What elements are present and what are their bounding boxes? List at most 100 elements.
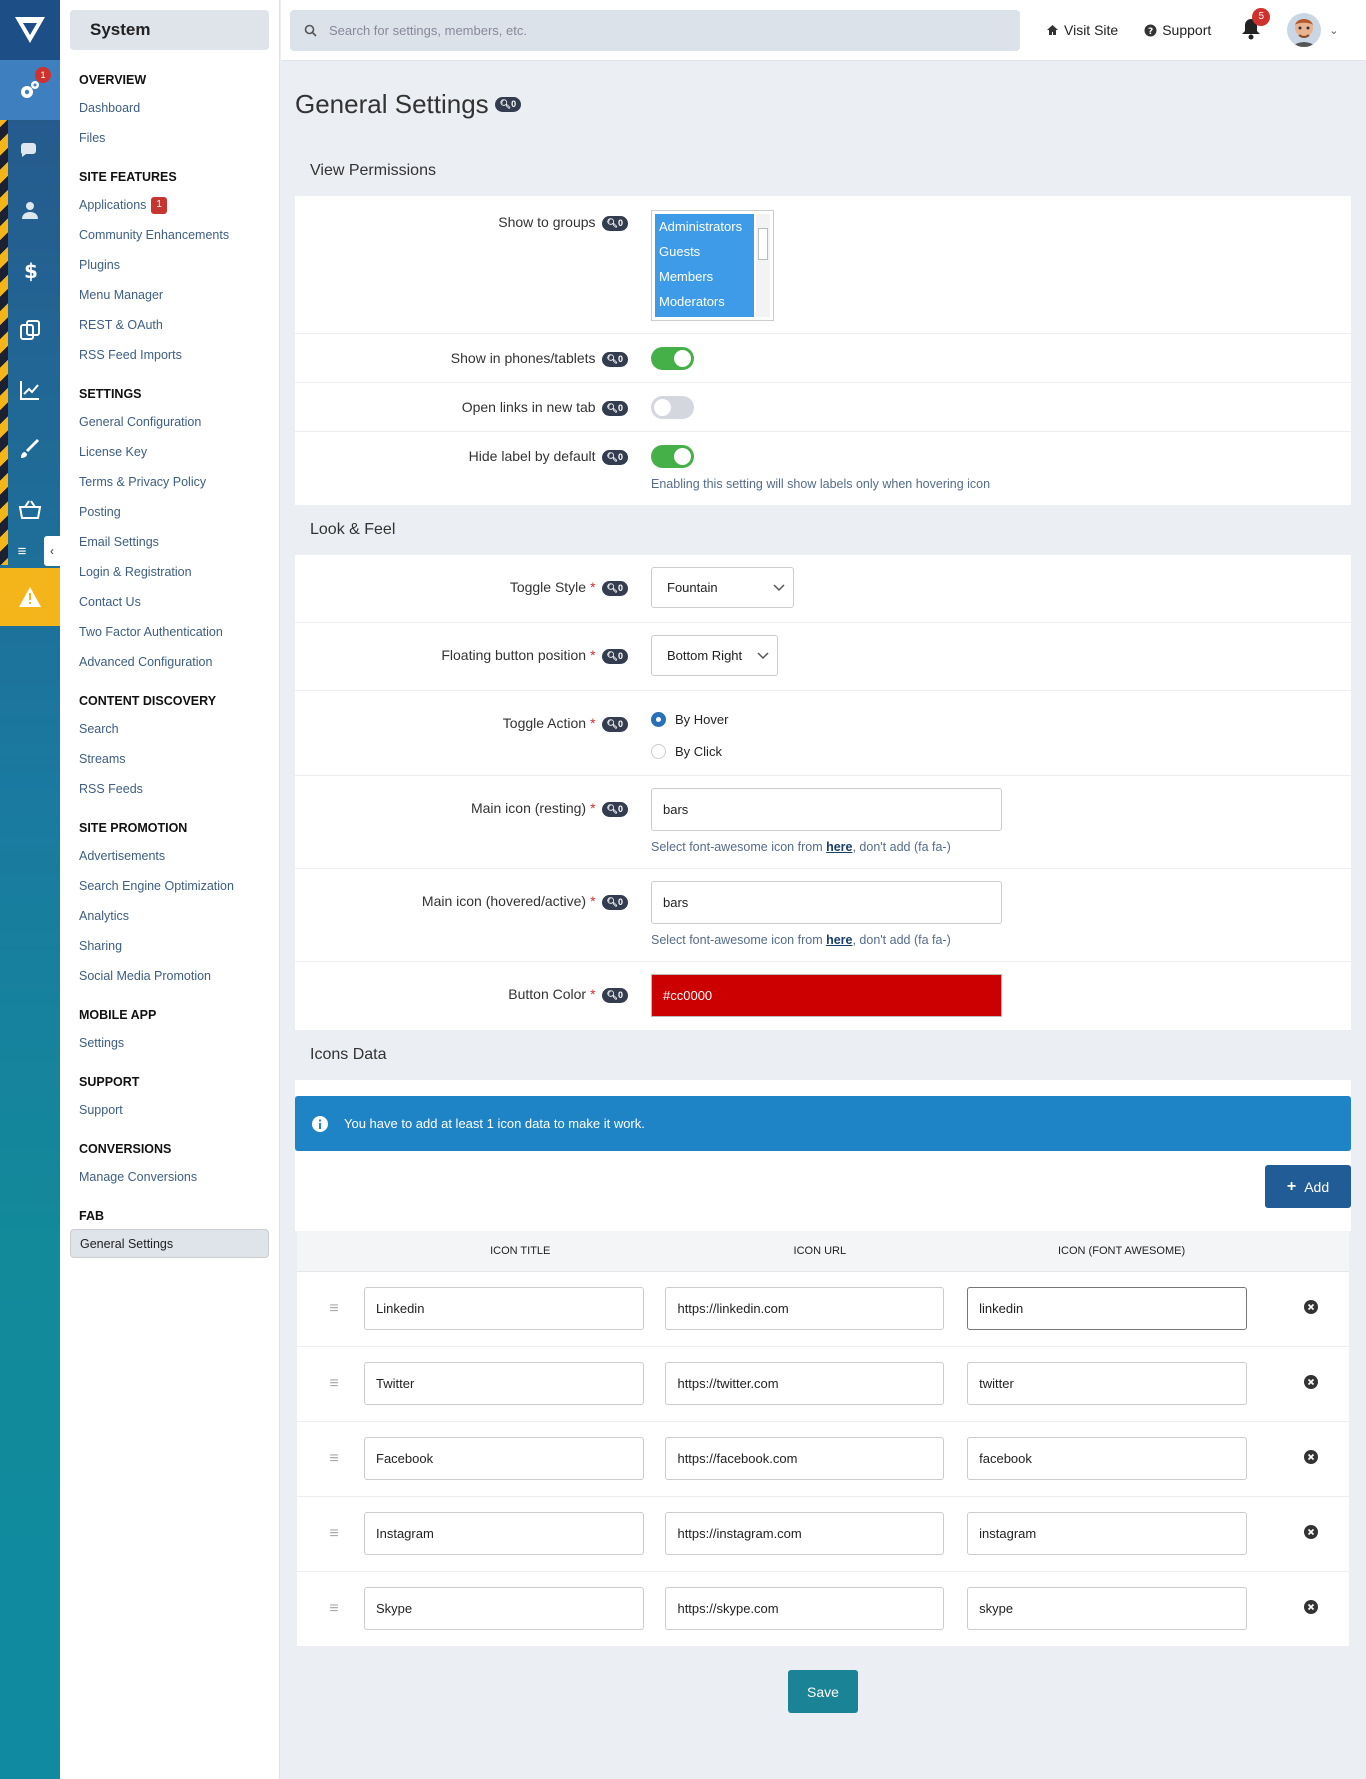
search-keywords-badge[interactable]: 🔍︎ 0 xyxy=(494,96,522,112)
sidebar-item[interactable]: Contact Us xyxy=(79,587,269,617)
position-select[interactable]: Bottom Right xyxy=(651,635,778,676)
sidebar-item[interactable]: Search Engine Optimization xyxy=(79,871,269,901)
icon-title-input[interactable]: Linkedin xyxy=(364,1287,644,1330)
sidebar-item[interactable]: Support xyxy=(79,1095,269,1125)
drag-handle-icon[interactable]: ≡ xyxy=(297,1571,371,1647)
sidebar-item[interactable]: Social Media Promotion xyxy=(79,961,269,991)
rail-marketplace[interactable] xyxy=(0,480,60,540)
search-keywords-badge[interactable]: 🔍︎ 0 xyxy=(601,987,628,1003)
remove-row-button[interactable] xyxy=(1273,1271,1349,1347)
sidebar-item[interactable]: Menu Manager xyxy=(79,280,269,310)
icon-url-input[interactable]: https://instagram.com xyxy=(665,1512,945,1555)
chevron-down-icon[interactable]: ⌄ xyxy=(1329,24,1338,37)
sidebar-item[interactable]: Two Factor Authentication xyxy=(79,617,269,647)
rail-system-settings[interactable]: 1 xyxy=(0,60,60,120)
remove-row-button[interactable] xyxy=(1273,1571,1349,1647)
radio-by-hover[interactable]: By Hover xyxy=(651,705,728,733)
warning-button[interactable] xyxy=(0,568,60,626)
group-option[interactable]: Guests xyxy=(655,239,754,264)
sidebar-item[interactable]: Posting xyxy=(79,497,269,527)
sidebar-item[interactable]: License Key xyxy=(79,437,269,467)
phones-toggle[interactable] xyxy=(651,347,694,370)
search-keywords-badge[interactable]: 🔍︎ 0 xyxy=(601,801,628,817)
sidebar-item[interactable]: Terms & Privacy Policy xyxy=(79,467,269,497)
menu-icon[interactable]: ≡ xyxy=(0,538,44,564)
icon-title-input[interactable]: Instagram xyxy=(364,1512,644,1555)
drag-handle-icon[interactable]: ≡ xyxy=(297,1346,371,1422)
sidebar-item[interactable]: Sharing xyxy=(79,931,269,961)
icon-url-input[interactable]: https://twitter.com xyxy=(665,1362,945,1405)
here-link[interactable]: here xyxy=(826,840,852,854)
sidebar-item[interactable]: Files xyxy=(79,123,269,153)
icon-url-input[interactable]: https://linkedin.com xyxy=(665,1287,945,1330)
sidebar-item[interactable]: Advanced Configuration xyxy=(79,647,269,677)
search-keywords-badge[interactable]: 🔍︎ 0 xyxy=(601,449,628,465)
icon-title-input[interactable]: Facebook xyxy=(364,1437,644,1480)
logo[interactable] xyxy=(0,0,60,60)
here-link[interactable]: here xyxy=(826,933,852,947)
sidebar-item[interactable]: General Configuration xyxy=(79,407,269,437)
icon-fa-input[interactable]: facebook xyxy=(967,1437,1248,1480)
sidebar-item[interactable]: Advertisements xyxy=(79,841,269,871)
rail-customization[interactable] xyxy=(0,420,60,480)
search-input[interactable]: Search for settings, members, etc. xyxy=(290,9,1020,51)
sidebar-item[interactable]: Search xyxy=(79,714,269,744)
search-keywords-badge[interactable]: 🔍︎ 0 xyxy=(601,648,628,664)
icon-fa-input[interactable]: skype xyxy=(967,1587,1248,1630)
search-keywords-badge[interactable]: 🔍︎ 0 xyxy=(601,716,628,732)
remove-row-button[interactable] xyxy=(1273,1421,1349,1497)
new-tab-toggle[interactable] xyxy=(651,396,694,419)
icon-title-input[interactable]: Skype xyxy=(364,1587,644,1630)
button-color-input[interactable]: #cc0000 xyxy=(651,974,1002,1017)
sidebar-item[interactable]: Plugins xyxy=(79,250,269,280)
remove-row-button[interactable] xyxy=(1273,1346,1349,1422)
rail-pages[interactable] xyxy=(0,300,60,360)
group-option[interactable]: Members xyxy=(655,264,754,289)
sidebar-item[interactable]: Settings xyxy=(79,1028,269,1058)
groups-multiselect[interactable]: Administrators Guests Members Moderators xyxy=(651,210,774,321)
sidebar-item[interactable]: RSS Feeds xyxy=(79,774,269,804)
remove-row-button[interactable] xyxy=(1273,1496,1349,1572)
group-option[interactable]: Administrators xyxy=(655,214,754,239)
icon-url-input[interactable]: https://facebook.com xyxy=(665,1437,945,1480)
sidebar-item[interactable]: General Settings xyxy=(70,1229,269,1258)
icon-title-input[interactable]: Twitter xyxy=(364,1362,644,1405)
search-keywords-badge[interactable]: 🔍︎ 0 xyxy=(601,580,628,596)
search-keywords-badge[interactable]: 🔍︎ 0 xyxy=(601,215,628,231)
sidebar-item[interactable]: Dashboard xyxy=(79,93,269,123)
toggle-style-select[interactable]: Fountain xyxy=(651,567,794,608)
group-option[interactable]: Moderators xyxy=(655,289,754,314)
icon-fa-input[interactable]: twitter xyxy=(967,1362,1248,1405)
sidebar-item[interactable]: Applications 1 xyxy=(79,190,269,220)
search-keywords-badge[interactable]: 🔍︎ 0 xyxy=(601,400,628,416)
visit-site-link[interactable]: Visit Site xyxy=(1046,22,1118,38)
main-icon-hover-input[interactable]: bars xyxy=(651,881,1002,924)
icon-fa-input[interactable]: instagram xyxy=(967,1512,1248,1555)
sidebar-item[interactable]: Analytics xyxy=(79,901,269,931)
drag-handle-icon[interactable]: ≡ xyxy=(297,1496,371,1572)
rail-commerce[interactable]: $ xyxy=(0,240,60,300)
sidebar-item[interactable]: Login & Registration xyxy=(79,557,269,587)
drag-handle-icon[interactable]: ≡ xyxy=(297,1421,371,1497)
rail-stats[interactable] xyxy=(0,360,60,420)
support-link[interactable]: ? Support xyxy=(1144,22,1211,38)
main-icon-input[interactable]: bars xyxy=(651,788,1002,831)
sidebar-item[interactable]: Manage Conversions xyxy=(79,1162,269,1192)
avatar[interactable] xyxy=(1287,13,1322,47)
rail-community[interactable] xyxy=(0,120,60,180)
scrollbar[interactable] xyxy=(756,214,770,317)
sidebar-item[interactable]: RSS Feed Imports xyxy=(79,340,269,370)
rail-members[interactable] xyxy=(0,180,60,240)
sidebar-item[interactable]: Community Enhancements xyxy=(79,220,269,250)
notifications-button[interactable]: 5 xyxy=(1241,7,1271,43)
drag-handle-icon[interactable]: ≡ xyxy=(297,1271,371,1347)
search-keywords-badge[interactable]: 🔍︎ 0 xyxy=(601,351,628,367)
collapse-sidebar-icon[interactable]: ‹ xyxy=(44,536,60,566)
sidebar-item[interactable]: Email Settings xyxy=(79,527,269,557)
save-button[interactable]: Save xyxy=(788,1670,858,1713)
add-button[interactable]: + Add xyxy=(1265,1165,1351,1208)
icon-url-input[interactable]: https://skype.com xyxy=(665,1587,945,1630)
icon-fa-input[interactable]: linkedin xyxy=(967,1287,1248,1330)
search-keywords-badge[interactable]: 🔍︎ 0 xyxy=(601,894,628,910)
radio-by-click[interactable]: By Click xyxy=(651,737,728,765)
